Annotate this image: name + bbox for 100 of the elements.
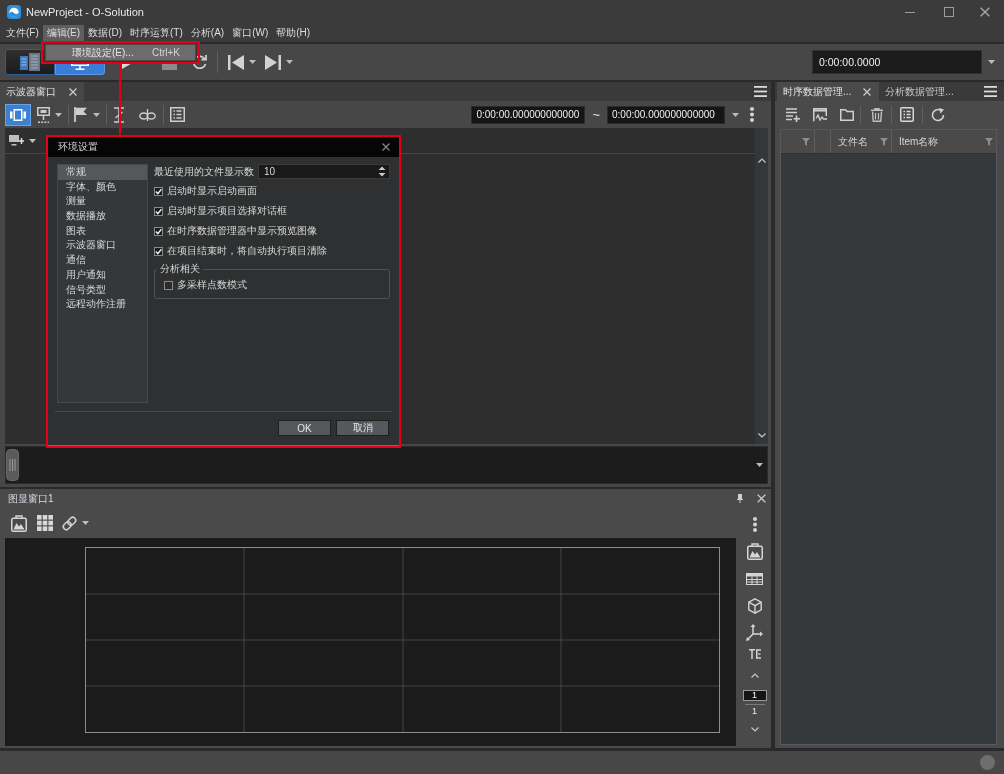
- checkbox-label: 启动时显示启动画面: [167, 184, 257, 198]
- chevron-up-icon[interactable]: [757, 158, 766, 163]
- menu-item[interactable]: 分析(A): [186, 25, 229, 41]
- menu-item[interactable]: 编辑(E): [42, 25, 85, 41]
- column-header[interactable]: Item名称: [892, 130, 996, 153]
- close-icon[interactable]: [863, 87, 872, 96]
- minimize-icon[interactable]: [905, 11, 915, 13]
- waveform-file-icon[interactable]: [813, 107, 827, 122]
- folder-icon[interactable]: [840, 108, 854, 121]
- chevron-down-icon[interactable]: [757, 433, 766, 438]
- link-icon[interactable]: [61, 514, 78, 532]
- list-icon[interactable]: [170, 107, 185, 122]
- flag-icon[interactable]: [74, 107, 87, 122]
- caret-icon[interactable]: [732, 112, 739, 117]
- image-icon[interactable]: [746, 543, 763, 560]
- list-add-icon[interactable]: [786, 107, 800, 122]
- checkbox[interactable]: [154, 246, 163, 256]
- menu-item[interactable]: 文件(F): [2, 25, 43, 41]
- chevron-down-icon[interactable]: [750, 727, 759, 732]
- document-list-icon[interactable]: [900, 107, 914, 122]
- category-item[interactable]: 通信: [58, 253, 147, 268]
- scroll-handle[interactable]: [6, 449, 19, 481]
- cube-icon[interactable]: [747, 598, 762, 614]
- skip-end-icon[interactable]: [265, 54, 281, 70]
- caret-icon[interactable]: [249, 60, 256, 64]
- caret-icon[interactable]: [93, 112, 100, 117]
- measure-cursor-icon[interactable]: [114, 106, 124, 123]
- frame-icon: [10, 108, 26, 121]
- category-item[interactable]: 远程动作注册: [58, 297, 147, 312]
- chevron-up-icon[interactable]: [750, 673, 759, 678]
- table-icon[interactable]: [746, 573, 763, 585]
- time-field[interactable]: 0:00:00.000000000000: [607, 105, 725, 124]
- filter-icon[interactable]: [985, 137, 993, 146]
- spin-arrows-icon[interactable]: [378, 166, 386, 177]
- trash-icon[interactable]: [871, 107, 883, 122]
- category-item[interactable]: 信号类型: [58, 282, 147, 298]
- caret-icon[interactable]: [988, 60, 995, 64]
- caret-icon[interactable]: [29, 138, 36, 143]
- caret-icon[interactable]: [55, 112, 62, 117]
- category-item[interactable]: 数据播放: [58, 209, 147, 224]
- checkbox[interactable]: [164, 280, 173, 290]
- image-icon[interactable]: [11, 514, 27, 532]
- menu-item[interactable]: 窗口(W): [228, 25, 273, 41]
- menu-item[interactable]: 環境設定(E)... Ctrl+K: [46, 45, 195, 60]
- dialog-button[interactable]: OK: [278, 420, 331, 436]
- category-item[interactable]: 字体、颜色: [58, 179, 147, 195]
- filter-icon[interactable]: [802, 137, 810, 146]
- close-icon[interactable]: [69, 87, 77, 96]
- filter-icon[interactable]: [880, 137, 888, 146]
- time-field[interactable]: 0:00:00.0000: [812, 50, 982, 74]
- category-item[interactable]: 用户通知: [58, 267, 147, 283]
- tab[interactable]: 分析数据管理...: [879, 82, 962, 101]
- axes-icon[interactable]: [746, 624, 763, 641]
- app-logo-icon: [7, 5, 21, 19]
- number-field[interactable]: 10: [258, 164, 390, 179]
- grid-icon[interactable]: [37, 515, 53, 531]
- tab[interactable]: 示波器窗口: [0, 82, 84, 101]
- menu-item[interactable]: 时序运算(T): [126, 25, 187, 41]
- pin-icon[interactable]: [737, 494, 743, 503]
- more-options-icon[interactable]: [752, 517, 757, 532]
- shortcut-label: Ctrl+K: [151, 47, 180, 58]
- category-item[interactable]: 测量: [58, 194, 147, 210]
- close-icon[interactable]: [980, 7, 990, 17]
- maximize-icon[interactable]: [944, 7, 954, 17]
- text-style-icon[interactable]: [748, 649, 761, 659]
- time-field[interactable]: 0:00:00.000000000000: [471, 105, 586, 124]
- tab[interactable]: 时序数据管理...: [777, 82, 880, 101]
- frame-view-button[interactable]: [5, 103, 31, 126]
- menu-icon[interactable]: [984, 86, 997, 97]
- column-header[interactable]: 文件名: [831, 130, 892, 153]
- dialog-title: 环境设置: [58, 140, 99, 154]
- loop-icon[interactable]: [192, 55, 208, 69]
- dialog-button[interactable]: 取消: [336, 420, 389, 436]
- category-item[interactable]: 图表: [58, 223, 147, 239]
- checkbox[interactable]: [154, 226, 163, 236]
- category-item[interactable]: 常规: [58, 165, 147, 180]
- refresh-icon[interactable]: [931, 107, 945, 122]
- checkbox-label: 启动时显示项目选择对话框: [167, 204, 287, 218]
- caret-icon[interactable]: [756, 463, 763, 467]
- range-separator: ~: [592, 107, 600, 122]
- scrollbar[interactable]: [755, 128, 768, 444]
- field-label: 最近使用的文件显示数: [154, 164, 254, 179]
- probe-icon[interactable]: [36, 106, 51, 123]
- checkbox[interactable]: [154, 206, 163, 216]
- checkbox-label: 多采样点数模式: [177, 278, 247, 292]
- page-total: 1: [752, 707, 757, 716]
- category-item[interactable]: 示波器窗口: [58, 238, 147, 254]
- menu-icon[interactable]: [754, 86, 767, 97]
- screen-add-icon[interactable]: [9, 135, 24, 146]
- caret-icon[interactable]: [286, 60, 293, 64]
- page-field[interactable]: 1: [742, 690, 767, 701]
- close-icon[interactable]: [382, 143, 390, 151]
- checkbox[interactable]: [154, 186, 163, 196]
- menu-item[interactable]: 帮助(H): [272, 25, 315, 41]
- linked-loops-icon[interactable]: [139, 108, 156, 121]
- skip-start-icon[interactable]: [228, 54, 244, 70]
- menu-item[interactable]: 数据(D): [84, 25, 126, 41]
- more-options-icon[interactable]: [750, 107, 754, 122]
- caret-icon[interactable]: [82, 521, 89, 525]
- close-icon[interactable]: [757, 494, 766, 503]
